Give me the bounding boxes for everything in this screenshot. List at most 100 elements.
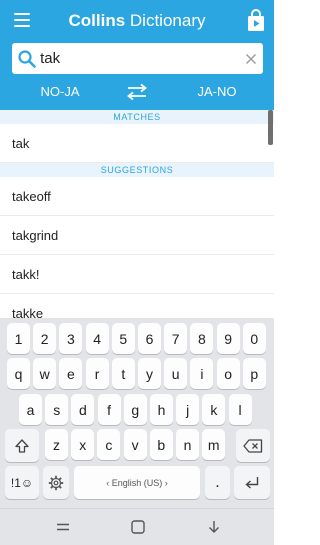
key-label: c [105,436,113,453]
number-key-2[interactable]: 2 [33,323,57,354]
space-bar-label: ‹ English (US) › [106,477,168,488]
space-bar[interactable]: ‹ English (US) › [74,466,200,499]
key-label: q [14,365,23,382]
key-label: e [66,365,75,382]
number-key-9[interactable]: 9 [216,323,240,354]
app-title-bold: Collins [68,11,126,30]
key-label: 4 [93,330,101,347]
letter-key-r[interactable]: r [85,358,109,389]
search-bar [12,43,263,74]
letter-key-o[interactable]: o [216,358,240,389]
suggestion-item[interactable]: takke [0,294,274,320]
gear-icon[interactable] [43,466,69,499]
number-key-8[interactable]: 8 [190,323,214,354]
number-key-7[interactable]: 7 [164,323,188,354]
suggestion-item[interactable]: takgrind [0,216,274,255]
letter-key-e[interactable]: e [59,358,83,389]
letter-key-k[interactable]: k [202,394,226,425]
search-icon [16,43,38,74]
key-label: r [94,365,100,382]
key-label: d [78,401,87,418]
key-label: i [200,365,204,382]
results-list: MATCHES tak SUGGESTIONS takeoff takgrind… [0,110,274,320]
key-label: 9 [224,330,232,347]
key-label: z [53,436,60,453]
suggestion-item[interactable]: takeoff [0,177,274,216]
key-label: k [210,401,218,418]
letter-key-u[interactable]: u [164,358,188,389]
key-label: h [157,401,166,418]
key-label: n [183,436,192,453]
shift-icon[interactable] [5,429,39,462]
suggestion-item[interactable]: takk! [0,255,274,294]
letter-key-b[interactable]: b [149,429,173,460]
key-label: w [39,365,50,382]
store-bag-icon[interactable] [246,9,266,33]
key-label: 0 [250,330,259,347]
symbols-key-label: !1☺ [10,475,34,490]
match-item[interactable]: tak [0,124,274,163]
key-label: p [250,365,259,382]
key-label: u [171,365,180,382]
letter-key-x[interactable]: x [71,429,95,460]
key-label: b [157,436,166,453]
key-label: 3 [66,330,75,347]
number-key-4[interactable]: 4 [85,323,109,354]
letter-key-s[interactable]: s [45,394,69,425]
key-label: 7 [171,330,180,347]
letter-key-d[interactable]: d [71,394,95,425]
letter-key-c[interactable]: c [97,429,121,460]
letter-key-p[interactable]: p [242,358,266,389]
backspace-icon[interactable] [236,429,270,462]
letter-key-m[interactable]: m [202,429,226,460]
letter-key-h[interactable]: h [150,394,173,425]
letter-key-t[interactable]: t [111,358,135,389]
symbols-key[interactable]: !1☺ [5,466,39,499]
letter-key-i[interactable]: i [190,358,214,389]
matches-header: MATCHES [0,110,274,124]
letter-key-n[interactable]: n [176,429,199,460]
swap-arrows-icon[interactable] [126,83,148,101]
suggestions-header: SUGGESTIONS [0,163,274,177]
source-language-button[interactable]: NO-JA [30,79,90,105]
letter-key-z[interactable]: z [45,429,68,460]
key-label: f [107,401,112,418]
app-title: Collins Dictionary [0,10,274,32]
back-icon[interactable] [203,517,225,537]
home-icon[interactable] [127,517,149,537]
letter-key-l[interactable]: l [228,394,252,425]
close-icon[interactable] [239,43,263,74]
letter-key-j[interactable]: j [176,394,200,425]
letter-key-g[interactable]: g [123,394,147,425]
key-label: t [121,365,126,382]
recent-apps-icon[interactable] [52,517,74,537]
key-label: m [207,436,220,453]
letter-key-q[interactable]: q [7,358,30,389]
key-label: s [53,401,61,418]
number-key-5[interactable]: 5 [111,323,135,354]
results-scrollbar[interactable] [268,110,273,145]
letter-key-w[interactable]: w [33,358,57,389]
key-label: v [131,436,139,453]
number-key-6[interactable]: 6 [138,323,161,354]
app-title-rest: Dictionary [125,11,206,30]
app-header: Collins Dictionary NO-JA [0,0,274,110]
period-key[interactable]: . [205,466,230,499]
navigation-bar [0,508,274,545]
key-label: g [131,401,140,418]
letter-key-f[interactable]: f [97,394,121,425]
key-label: o [224,365,232,382]
enter-icon[interactable] [234,466,270,499]
number-key-1[interactable]: 1 [7,323,30,354]
on-screen-keyboard: !1☺ ‹ English (US) › . 1 2 3 4 5 6 7 8 9… [0,318,274,508]
letter-key-v[interactable]: v [123,429,147,460]
key-label: 8 [197,330,206,347]
letter-key-y[interactable]: y [138,358,161,389]
letter-key-a[interactable]: a [19,394,42,425]
key-label: 1 [14,330,23,347]
number-key-0[interactable]: 0 [242,323,266,354]
number-key-3[interactable]: 3 [59,323,83,354]
period-key-label: . [215,473,220,491]
target-language-button[interactable]: JA-NO [187,79,247,105]
search-input[interactable] [38,43,240,74]
